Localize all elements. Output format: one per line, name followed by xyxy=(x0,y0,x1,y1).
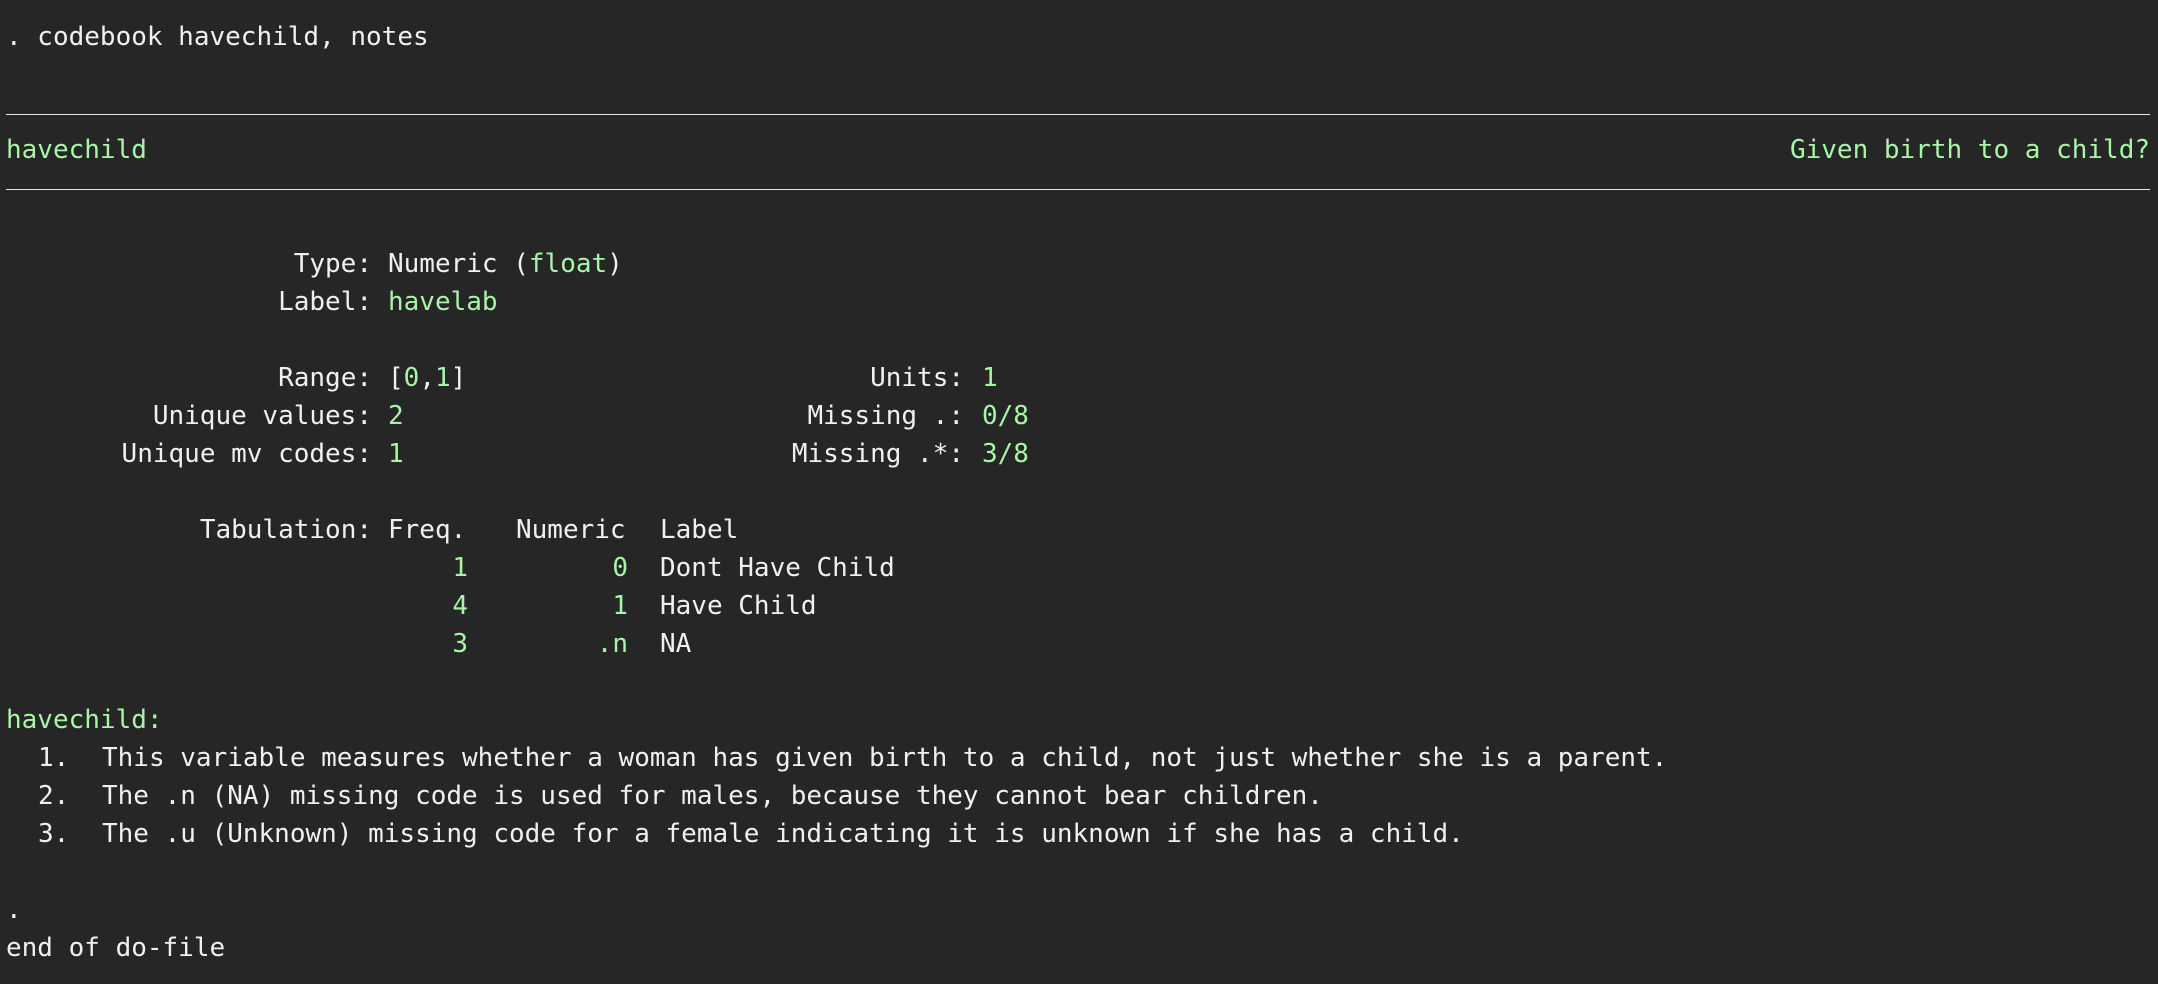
command-line: . codebook havechild, notes xyxy=(6,22,429,52)
tab-row-2-label: Have Child xyxy=(660,591,817,621)
tab-row-1-label: Dont Have Child xyxy=(660,553,895,583)
tab-row-1-freq: 1 xyxy=(452,553,468,583)
type-value: Numeric (float) xyxy=(388,245,623,283)
label-label: Label: xyxy=(278,287,372,317)
type-label: Type: xyxy=(293,249,372,279)
range-hi: 1 xyxy=(434,363,451,393)
tab-row-3-label: NA xyxy=(660,629,692,659)
results-window: . codebook havechild, notes havechild Gi… xyxy=(0,0,2158,984)
tab-row-3-numeric: .n xyxy=(596,629,628,659)
type-value-prefix: Numeric ( xyxy=(388,249,529,279)
tab-header-numeric: Numeric xyxy=(516,515,626,545)
range-close: ] xyxy=(450,363,467,393)
tab-row-1-numeric: 0 xyxy=(612,553,628,583)
type-storage: float xyxy=(528,249,608,279)
variable-name: havechild xyxy=(6,135,147,165)
tab-header-freq: Freq. xyxy=(388,515,467,545)
tab-header-label: Label xyxy=(660,515,739,545)
note-3-text: The .u (Unknown) missing code for a fema… xyxy=(102,819,1464,849)
tab-row-2-freq: 4 xyxy=(452,591,468,621)
units-value: 1 xyxy=(982,363,998,393)
range-value: [0,1] xyxy=(388,359,466,397)
range-label: Range: xyxy=(278,363,372,393)
header-bottom-rule xyxy=(6,189,2150,190)
tabulation-label: Tabulation: xyxy=(199,515,372,545)
range-lo: 0 xyxy=(403,363,420,393)
units-label: Units: xyxy=(870,363,964,393)
range-open: [ xyxy=(388,363,404,393)
unique-mv-value: 1 xyxy=(388,439,404,469)
note-1-text: This variable measures whether a woman h… xyxy=(102,743,1668,773)
note-2-number: 2. xyxy=(38,781,70,811)
note-2-text: The .n (NA) missing code is used for mal… xyxy=(102,781,1323,811)
missing-star-value: 3/8 xyxy=(982,439,1029,469)
missing-dot-value: 0/8 xyxy=(982,401,1029,431)
header-top-rule xyxy=(6,114,2150,115)
notes-title: havechild: xyxy=(6,705,163,735)
prompt-dot: . xyxy=(6,895,22,925)
missing-star-label: Missing .*: xyxy=(791,439,964,469)
unique-values-label: Unique values: xyxy=(152,401,372,431)
tab-row-3-freq: 3 xyxy=(452,629,468,659)
unique-mv-label: Unique mv codes: xyxy=(121,439,372,469)
unique-values-value: 2 xyxy=(388,401,404,431)
tab-row-2-numeric: 1 xyxy=(612,591,628,621)
note-1-number: 1. xyxy=(38,743,70,773)
range-comma: , xyxy=(419,363,435,393)
type-value-suffix: ) xyxy=(607,249,623,279)
missing-dot-label: Missing .: xyxy=(807,401,964,431)
end-of-do-file: end of do-file xyxy=(6,933,226,963)
label-value: havelab xyxy=(388,287,498,317)
variable-label: Given birth to a child? xyxy=(1789,135,2150,165)
note-3-number: 3. xyxy=(38,819,70,849)
